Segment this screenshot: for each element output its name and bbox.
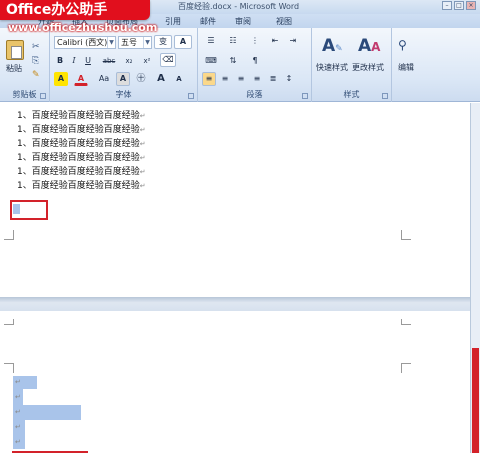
highlight-box bbox=[10, 200, 48, 220]
change-styles-icon[interactable]: AA bbox=[358, 36, 380, 56]
page-corner-mark bbox=[4, 319, 14, 325]
page-corner-mark bbox=[401, 230, 411, 240]
justify-icon[interactable]: ≡ bbox=[250, 72, 264, 86]
increase-indent-icon[interactable]: ⇥ bbox=[286, 34, 300, 48]
quick-styles-button[interactable]: 快速样式 bbox=[316, 62, 348, 73]
paragraph-launcher-icon[interactable] bbox=[302, 93, 308, 99]
enclose-characters-icon[interactable]: ㊉ bbox=[134, 72, 148, 86]
paragraph-group-label: 段落 bbox=[246, 90, 263, 99]
page-corner-mark bbox=[4, 230, 14, 240]
clipboard-launcher-icon[interactable] bbox=[40, 93, 46, 99]
page-corner-mark bbox=[401, 363, 411, 373]
brand-logo: Office办公助手 bbox=[0, 0, 150, 20]
change-styles-button[interactable]: 更改样式 bbox=[352, 62, 384, 73]
binoculars-icon[interactable]: ⚲ bbox=[398, 38, 407, 52]
font-group-label: 字体 bbox=[115, 90, 132, 99]
multilevel-list-icon[interactable]: ⋮ bbox=[246, 34, 264, 48]
font-size-value: 五号 bbox=[121, 38, 137, 47]
editing-group: ⚲ 编辑 bbox=[392, 28, 422, 102]
brand-url: www.officezhushou.com bbox=[8, 21, 158, 34]
subscript-button[interactable]: x₂ bbox=[122, 54, 136, 68]
font-launcher-icon[interactable] bbox=[188, 93, 194, 99]
superscript-button[interactable]: x² bbox=[140, 54, 154, 68]
brand-logo-text: Office办公助手 bbox=[6, 2, 108, 18]
document-line[interactable]: 1、百度经验百度经验百度经验↵ bbox=[17, 122, 146, 135]
tab-mailings[interactable]: 邮件 bbox=[200, 16, 216, 27]
window-title: 百度经验.docx - Microsoft Word bbox=[178, 2, 300, 11]
document-line[interactable]: 1、百度经验百度经验百度经验↵ bbox=[17, 136, 146, 149]
window-controls: – □ × bbox=[442, 1, 476, 10]
phonetic-guide-button[interactable]: 变 bbox=[154, 35, 172, 49]
shrink-font-button[interactable]: A bbox=[172, 72, 186, 86]
document-line[interactable]: 1、百度经验百度经验百度经验↵ bbox=[17, 108, 146, 121]
scrollbar-thumb[interactable] bbox=[472, 348, 479, 453]
styles-launcher-icon[interactable] bbox=[382, 93, 388, 99]
format-painter-icon[interactable]: ✎ bbox=[32, 70, 40, 80]
document-line[interactable]: 1、百度经验百度经验百度经验↵ bbox=[17, 150, 146, 163]
paste-icon[interactable] bbox=[6, 40, 24, 60]
character-border-button[interactable]: A bbox=[174, 35, 192, 49]
align-center-icon[interactable]: ≡ bbox=[218, 72, 232, 86]
ribbon: 粘贴 ✂ ⎘ ✎ 剪贴板 Calibri (西文) ▼ 五号 ▼ 变 A B I… bbox=[0, 28, 480, 102]
paste-button[interactable]: 粘贴 bbox=[6, 63, 22, 74]
font-name-select[interactable]: Calibri (西文) ▼ bbox=[54, 36, 116, 49]
styles-group-label: 样式 bbox=[343, 90, 360, 99]
tab-references[interactable]: 引用 bbox=[165, 16, 181, 27]
underline-button[interactable]: U bbox=[82, 54, 94, 68]
highlight-color-button[interactable]: A bbox=[54, 72, 68, 86]
chevron-down-icon: ▼ bbox=[107, 37, 115, 48]
numbering-icon[interactable]: ☷ bbox=[224, 34, 242, 48]
italic-button[interactable]: I bbox=[68, 54, 80, 68]
paragraph-mark: ↵ bbox=[15, 438, 21, 446]
chinese-layout-icon[interactable]: ⌨ bbox=[202, 54, 220, 68]
decrease-indent-icon[interactable]: ⇤ bbox=[268, 34, 282, 48]
styles-group: A✎ 快速样式 AA 更改样式 样式 bbox=[312, 28, 392, 102]
font-group: Calibri (西文) ▼ 五号 ▼ 变 A B I U abc x₂ x² … bbox=[50, 28, 198, 102]
font-color-button[interactable]: A bbox=[74, 72, 88, 86]
paragraph-mark: ↵ bbox=[15, 423, 21, 431]
bullets-icon[interactable]: ☰ bbox=[202, 34, 220, 48]
sort-icon[interactable]: ⇅ bbox=[224, 54, 242, 68]
tab-view[interactable]: 视图 bbox=[276, 16, 292, 27]
show-marks-icon[interactable]: ¶ bbox=[246, 54, 264, 68]
document-line[interactable]: 1、百度经验百度经验百度经验↵ bbox=[17, 164, 146, 177]
document-line[interactable]: 1、百度经验百度经验百度经验↵ bbox=[17, 178, 146, 191]
clear-formatting-icon[interactable]: ⌫ bbox=[160, 53, 176, 67]
cut-icon[interactable]: ✂ bbox=[32, 42, 40, 52]
minimize-button[interactable]: – bbox=[442, 1, 452, 10]
chevron-down-icon: ▼ bbox=[143, 37, 151, 48]
selection-highlight bbox=[13, 405, 81, 420]
strikethrough-button[interactable]: abc bbox=[100, 54, 118, 68]
distribute-icon[interactable]: ≣ bbox=[266, 72, 280, 86]
clipboard-group: 粘贴 ✂ ⎘ ✎ 剪贴板 bbox=[0, 28, 50, 102]
document-area[interactable]: 1、百度经验百度经验百度经验↵ 1、百度经验百度经验百度经验↵ 1、百度经验百度… bbox=[0, 103, 470, 453]
page-2[interactable]: ↵ ↵ ↵ ↵ ↵ bbox=[0, 311, 470, 453]
font-size-select[interactable]: 五号 ▼ bbox=[118, 36, 152, 49]
paragraph-mark: ↵ bbox=[15, 408, 21, 416]
close-button[interactable]: × bbox=[466, 1, 476, 10]
align-right-icon[interactable]: ≡ bbox=[234, 72, 248, 86]
tab-review[interactable]: 审阅 bbox=[235, 16, 251, 27]
page-1[interactable]: 1、百度经验百度经验百度经验↵ 1、百度经验百度经验百度经验↵ 1、百度经验百度… bbox=[0, 103, 470, 297]
page-corner-mark bbox=[401, 319, 411, 325]
change-case-button[interactable]: Aa bbox=[96, 72, 112, 86]
grow-font-button[interactable]: A bbox=[154, 72, 168, 86]
page-corner-mark bbox=[4, 363, 14, 373]
paragraph-mark: ↵ bbox=[15, 378, 21, 386]
vertical-scrollbar[interactable] bbox=[470, 103, 480, 453]
quick-styles-icon[interactable]: A✎ bbox=[322, 36, 343, 56]
page-separator bbox=[0, 297, 470, 311]
bold-button[interactable]: B bbox=[54, 54, 66, 68]
align-left-icon[interactable]: ≡ bbox=[202, 72, 216, 86]
restore-button[interactable]: □ bbox=[454, 1, 464, 10]
paragraph-group: ☰ ☷ ⋮ ⇤ ⇥ ⌨ ⇅ ¶ ≡ ≡ ≡ ≡ ≣ ↕ ◈ 段落 bbox=[198, 28, 312, 102]
font-name-value: Calibri (西文) bbox=[57, 38, 108, 47]
copy-icon[interactable]: ⎘ bbox=[32, 56, 39, 66]
line-spacing-icon[interactable]: ↕ bbox=[282, 72, 296, 86]
paragraph-mark: ↵ bbox=[15, 393, 21, 401]
editing-button[interactable]: 编辑 bbox=[398, 62, 414, 73]
character-shading-button[interactable]: A bbox=[116, 72, 130, 86]
